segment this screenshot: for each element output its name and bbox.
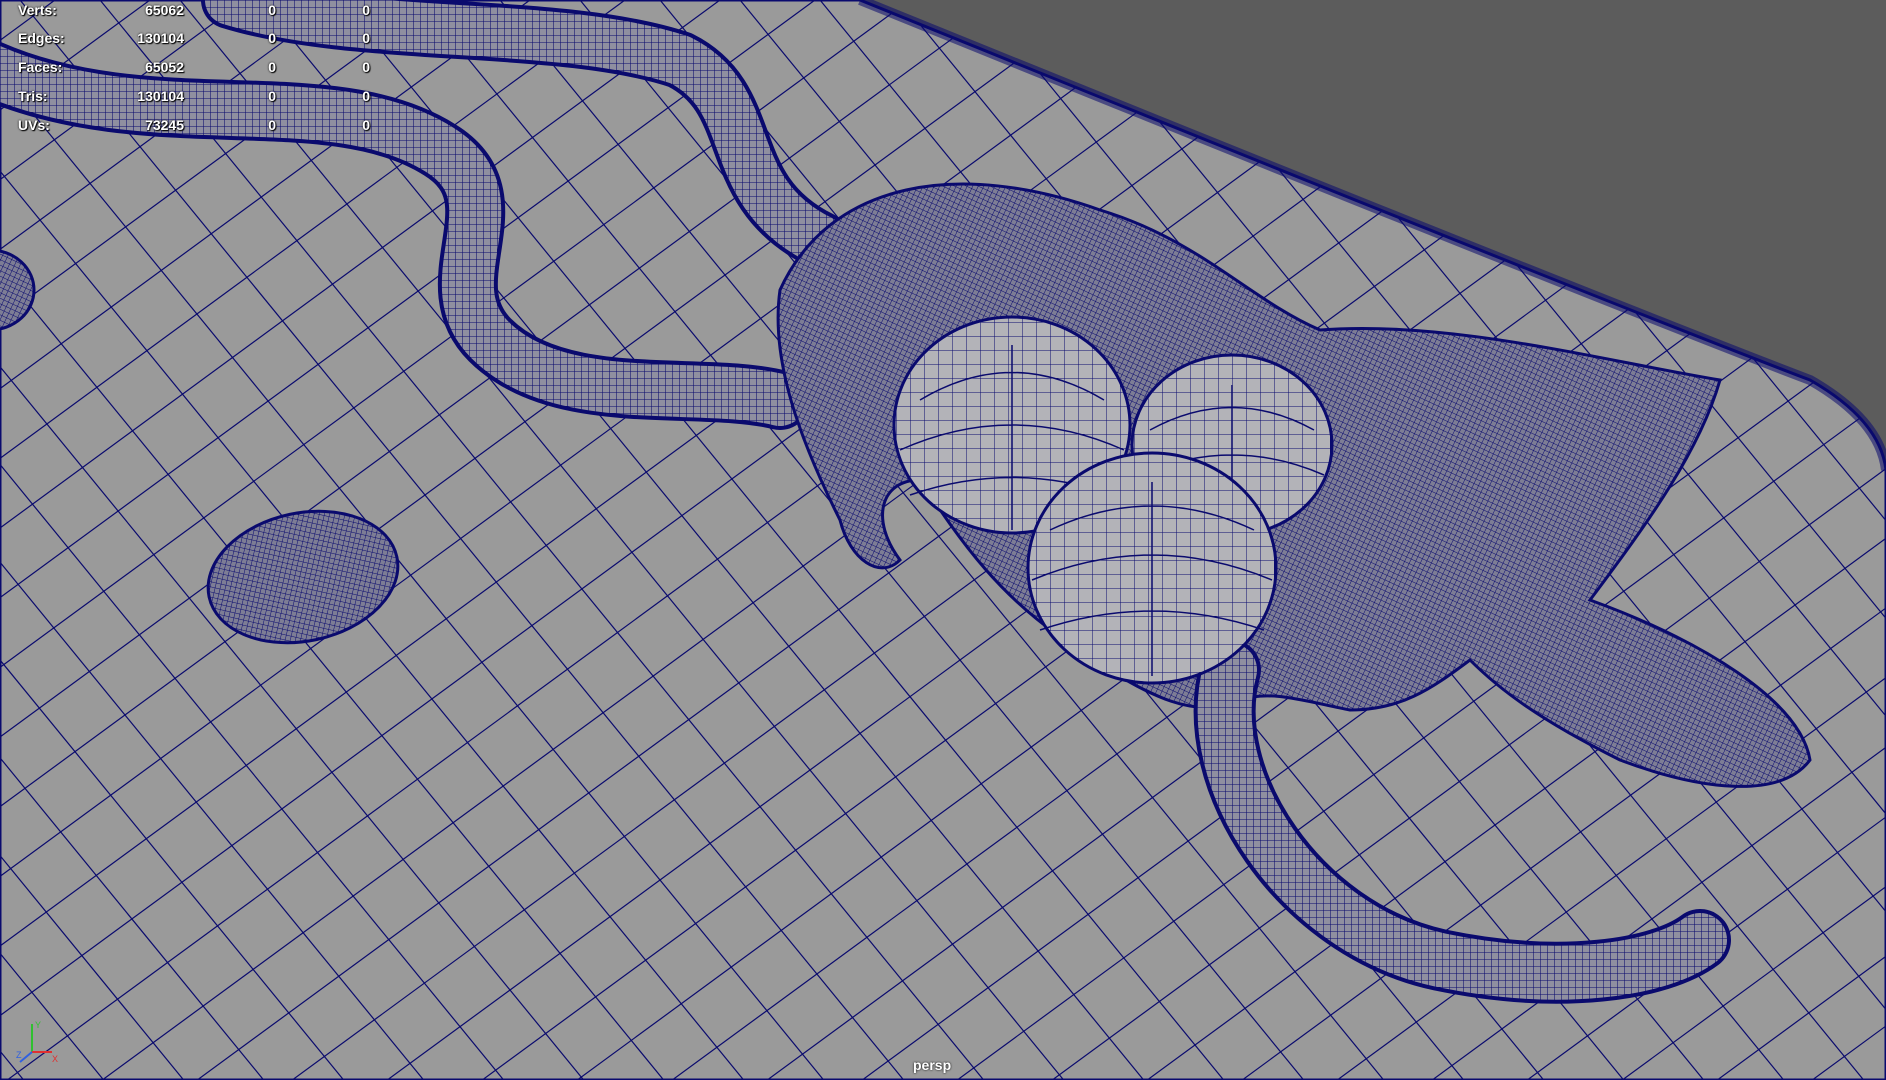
maya-perspective-viewport[interactable]: Verts: 65062 0 0 Edges: 130104 0 0 Faces…: [0, 0, 1886, 1080]
axis-x-label: X: [52, 1054, 58, 1064]
hemisphere-mesh-front[interactable]: [1026, 451, 1278, 685]
axis-orientation-gizmo-icon: Y X Z: [16, 1020, 58, 1064]
viewport-3d-scene[interactable]: [0, 0, 1886, 1080]
axis-y-label: Y: [35, 1020, 41, 1030]
camera-name-label: persp: [913, 1057, 952, 1073]
axis-z-label: Z: [16, 1050, 22, 1060]
